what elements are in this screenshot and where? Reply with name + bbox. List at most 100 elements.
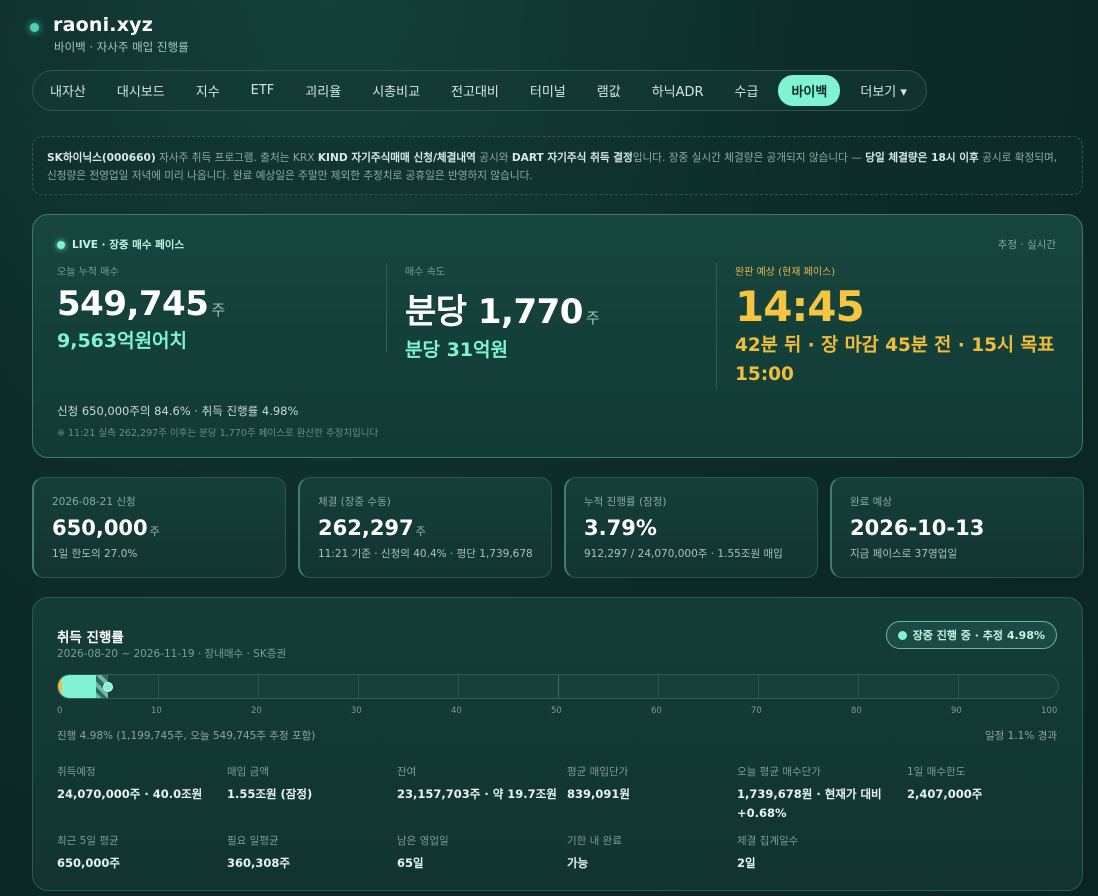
progress-tick — [358, 675, 359, 698]
axis-tick-label: 20 — [251, 706, 262, 716]
detail-value: 65일 — [397, 856, 424, 870]
axis-tick-label: 50 — [551, 706, 562, 716]
detail-recent-5day-average: 최근 5일 평균 650,000주 — [57, 833, 222, 873]
brand-name[interactable]: raoni.xyz — [53, 14, 153, 36]
today-cumulative-metric: 오늘 누적 매수 549,745 주 9,563억원어치 — [57, 263, 387, 353]
nav-item-hynix-adr[interactable]: 하닉ADR — [641, 75, 715, 106]
acquisition-progress-card: 취득 진행률 2026-08-20 ~ 2026-11-19 · 장내매수 · … — [32, 597, 1083, 891]
info-notice: SK하이닉스(000660) 자사주 취득 프로그램. 출처는 KRX KIND… — [32, 136, 1083, 195]
stat-value: 2026-10-13 — [850, 516, 985, 540]
detail-required-daily-average: 필요 일평균 360,308주 — [227, 833, 392, 873]
detail-value: 360,308주 — [227, 856, 290, 870]
stat-sub: 912,297 / 24,070,000주 · 1.55조원 매입 — [584, 548, 783, 560]
speed-value: 분당 1,770 — [405, 292, 583, 332]
status-badge-label: 장중 진행 중 · 추정 4.98% — [912, 629, 1045, 642]
speed-value-row: 분당 1,770 주 — [405, 284, 725, 333]
eta-label: 완판 예상 (현재 페이스) — [735, 267, 836, 278]
speed-label: 매수 속도 — [405, 267, 445, 278]
stat-card-eta-date: 완료 예상 2026-10-13 지금 페이스로 37영업일 — [830, 477, 1084, 578]
nav-item-my-assets[interactable]: 내자산 — [39, 75, 97, 106]
live-pace-card: LIVE · 장중 매수 페이스 추정 · 실시간 오늘 누적 매수 549,7… — [32, 214, 1083, 458]
detail-label: 1일 매수한도 — [907, 766, 966, 778]
stat-unit: 주 — [149, 525, 160, 538]
detail-label: 남은 영업일 — [397, 835, 449, 847]
stat-card-executed: 체결 (장중 수동) 262,297 주 11:21 기준 · 신청의 40.4%… — [298, 477, 552, 578]
stat-label: 누적 진행률 (잠정) — [584, 496, 667, 508]
nav-item-ram-price[interactable]: 램값 — [586, 75, 632, 106]
nav-item-dashboard[interactable]: 대시보드 — [106, 75, 176, 106]
nav-item-index[interactable]: 지수 — [185, 75, 231, 106]
page-subtitle: 바이백 · 자사주 매입 진행률 — [54, 40, 189, 54]
detail-value: 1,739,678원 · 현재가 대비 +0.68% — [737, 787, 882, 820]
nav-item-terminal[interactable]: 터미널 — [519, 75, 577, 106]
detail-value: 650,000주 — [57, 856, 120, 870]
stat-value-row: 262,297 주 — [318, 516, 533, 540]
detail-value: 1.55조원 (잠정) — [227, 787, 313, 801]
nav-item-vs-high[interactable]: 전고대비 — [440, 75, 510, 106]
axis-tick-label: 70 — [751, 706, 762, 716]
nav-item-flows[interactable]: 수급 — [724, 75, 770, 106]
nav-item-buyback[interactable]: 바이백 — [778, 75, 841, 106]
nav-more-dropdown[interactable]: 더보기 ▾ — [849, 75, 918, 106]
speed-amount: 분당 31억원 — [405, 339, 508, 361]
eta-metric: 완판 예상 (현재 페이스) 14:45 42분 뒤 · 장 마감 45분 전 … — [735, 263, 1065, 389]
detail-value: 2,407,000주 — [907, 787, 983, 801]
live-tag-label: LIVE · 장중 매수 페이스 — [72, 239, 185, 251]
progress-note: 진행 4.98% (1,199,745주, 오늘 549,745주 추정 포함) — [57, 730, 316, 742]
axis-tick-label: 10 — [151, 706, 162, 716]
detail-today-average-price: 오늘 평균 매수단가 1,739,678원 · 현재가 대비 +0.68% — [737, 764, 897, 823]
stat-value: 3.79% — [584, 516, 657, 540]
status-dot-icon — [897, 630, 907, 640]
detail-value: 2일 — [737, 856, 756, 870]
axis-tick-label: 30 — [351, 706, 362, 716]
stat-sub: 1일 한도의 27.0% — [52, 548, 138, 560]
detail-label: 매입 금액 — [227, 766, 269, 778]
nav-item-disparity[interactable]: 괴리율 — [294, 75, 352, 106]
today-value-row: 549,745 주 — [57, 284, 387, 324]
notice-source-kind: KIND 자기주식매매 신청/체결내역 — [317, 152, 476, 164]
stat-unit: 주 — [415, 525, 426, 538]
today-amount: 9,563억원어치 — [57, 330, 188, 352]
detail-completion-feasible: 기한 내 완료 가능 — [567, 833, 732, 873]
stat-value: 262,297 — [318, 516, 414, 540]
progress-tick — [858, 675, 859, 698]
axis-tick-label: 90 — [951, 706, 962, 716]
divider — [716, 263, 717, 390]
today-label: 오늘 누적 매수 — [57, 267, 119, 278]
speed-unit: 주 — [585, 309, 600, 327]
detail-execution-days: 체결 집계일수 2일 — [737, 833, 902, 873]
notice-ticker: SK하이닉스(000660) — [47, 152, 156, 164]
detail-label: 최근 5일 평균 — [57, 835, 119, 847]
progress-title: 취득 진행률 — [57, 630, 124, 646]
progress-tick — [158, 675, 159, 698]
stat-sub: 지금 페이스로 37영업일 — [850, 548, 957, 560]
detail-remaining: 잔여 23,157,703주 · 약 19.7조원 — [397, 764, 562, 804]
live-footnote: ※ 11:21 실측 262,297주 이후는 분당 1,770주 페이스로 환… — [57, 428, 379, 439]
progress-status-badge: 장중 진행 중 · 추정 4.98% — [885, 621, 1057, 649]
stat-card-cumulative-progress: 누적 진행률 (잠정) 3.79% 912,297 / 24,070,000주 … — [564, 477, 818, 578]
detail-value: 23,157,703주 · 약 19.7조원 — [397, 787, 557, 801]
nav-item-etf[interactable]: ETF — [240, 77, 286, 104]
detail-remaining-days: 남은 영업일 65일 — [397, 833, 562, 873]
stat-label: 체결 (장중 수동) — [318, 496, 391, 508]
notice-text: 공시와 — [475, 152, 512, 164]
detail-value: 가능 — [567, 856, 589, 870]
progress-fill-done — [58, 675, 96, 698]
detail-label: 기한 내 완료 — [567, 835, 622, 847]
stat-value-row: 3.79% — [584, 516, 799, 540]
today-unit: 주 — [211, 301, 225, 319]
detail-planned: 취득예정 24,070,000주 · 40.0조원 — [57, 764, 222, 804]
detail-label: 체결 집계일수 — [737, 835, 799, 847]
detail-purchase-amount: 매입 금액 1.55조원 (잠정) — [227, 764, 392, 804]
nav-item-market-cap[interactable]: 시총비교 — [361, 75, 431, 106]
axis-tick-label: 40 — [451, 706, 462, 716]
axis-tick-label: 100 — [1041, 706, 1058, 716]
axis-tick-label: 60 — [651, 706, 662, 716]
stat-value-row: 2026-10-13 — [850, 516, 1065, 540]
detail-label: 취득예정 — [57, 766, 96, 778]
speed-metric: 매수 속도 분당 1,770 주 분당 31억원 — [405, 263, 725, 362]
detail-average-price: 평균 매입단가 839,091원 — [567, 764, 732, 804]
today-value: 549,745 — [57, 284, 209, 324]
detail-label: 필요 일평균 — [227, 835, 279, 847]
progress-tick — [958, 675, 959, 698]
